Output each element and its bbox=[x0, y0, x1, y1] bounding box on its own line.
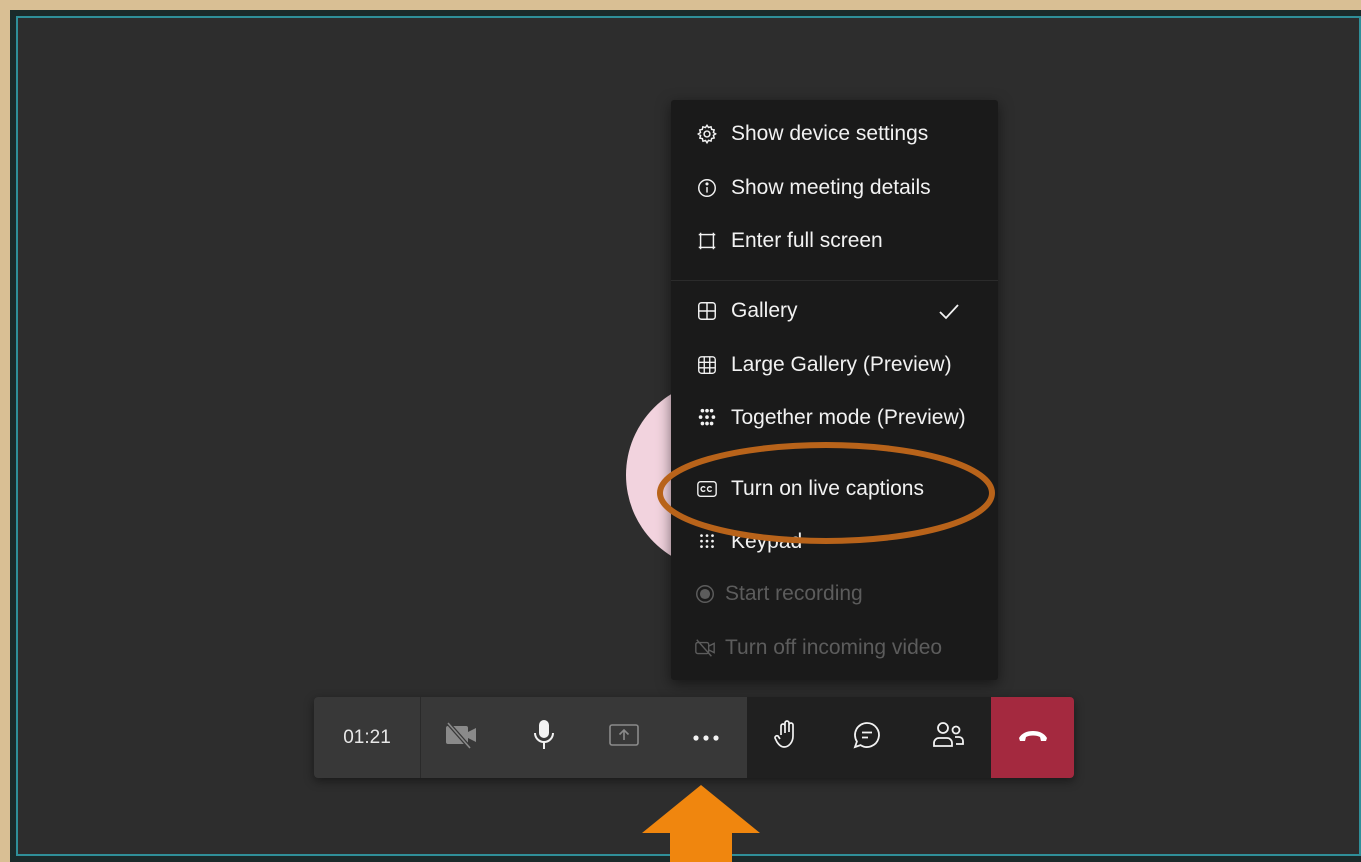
microphone-button[interactable] bbox=[504, 697, 584, 778]
microphone-icon bbox=[532, 719, 556, 756]
menu-item-label: Large Gallery (Preview) bbox=[731, 353, 952, 376]
menu-item-enter-full-screen[interactable]: Enter full screen bbox=[671, 217, 998, 265]
menu-item-large-gallery[interactable]: Large Gallery (Preview) bbox=[671, 341, 998, 389]
camera-off-icon bbox=[444, 721, 478, 754]
keypad-icon bbox=[695, 530, 719, 554]
more-actions-icon bbox=[692, 729, 720, 747]
camera-toggle-button[interactable] bbox=[421, 697, 501, 778]
menu-item-label: Start recording bbox=[725, 582, 863, 605]
menu-item-start-recording: Start recording bbox=[671, 570, 998, 618]
annotation-arrow-up bbox=[642, 785, 760, 862]
fullscreen-icon bbox=[695, 229, 719, 253]
video-off-icon bbox=[693, 636, 717, 660]
share-screen-icon bbox=[608, 722, 640, 753]
raise-hand-button[interactable] bbox=[747, 697, 827, 778]
large-gallery-icon bbox=[695, 353, 719, 377]
gear-icon bbox=[695, 122, 719, 146]
closed-captions-icon bbox=[695, 477, 719, 501]
menu-item-turn-off-incoming-video: Turn off incoming video bbox=[671, 624, 998, 672]
raise-hand-icon bbox=[774, 720, 800, 755]
menu-item-label: Keypad bbox=[731, 530, 803, 553]
participants-icon bbox=[931, 720, 965, 755]
menu-item-label: Gallery bbox=[731, 299, 798, 322]
meeting-timer: 01:21 bbox=[314, 697, 421, 778]
menu-item-label: Turn off incoming video bbox=[725, 636, 943, 659]
gallery-icon bbox=[695, 299, 719, 323]
menu-item-label: Together mode (Preview) bbox=[731, 406, 966, 429]
menu-item-label: Enter full screen bbox=[731, 229, 883, 252]
menu-item-keypad[interactable]: Keypad bbox=[671, 518, 998, 566]
info-icon bbox=[695, 176, 719, 200]
chat-button[interactable] bbox=[827, 697, 907, 778]
menu-item-turn-on-live-captions[interactable]: Turn on live captions bbox=[671, 465, 998, 513]
hang-up-icon bbox=[1017, 728, 1049, 747]
more-actions-menu: Show device settings Show meeting detail… bbox=[671, 100, 998, 680]
meeting-controls-bar: 01:21 bbox=[314, 697, 1074, 778]
menu-item-show-meeting-details[interactable]: Show meeting details bbox=[671, 164, 998, 212]
menu-item-gallery[interactable]: Gallery bbox=[671, 287, 998, 335]
together-mode-icon bbox=[695, 406, 719, 430]
chat-icon bbox=[852, 720, 882, 755]
menu-item-label: Show meeting details bbox=[731, 176, 931, 199]
menu-item-together-mode[interactable]: Together mode (Preview) bbox=[671, 394, 998, 442]
more-actions-button[interactable] bbox=[664, 697, 747, 778]
hang-up-button[interactable] bbox=[991, 697, 1074, 778]
share-screen-button[interactable] bbox=[584, 697, 664, 778]
menu-divider bbox=[671, 280, 998, 281]
record-icon bbox=[693, 582, 717, 606]
menu-item-label: Show device settings bbox=[731, 122, 929, 145]
menu-item-show-device-settings[interactable]: Show device settings bbox=[671, 110, 998, 158]
checkmark-icon bbox=[937, 299, 961, 323]
menu-item-label: Turn on live captions bbox=[731, 477, 924, 500]
participants-button[interactable] bbox=[907, 697, 989, 778]
